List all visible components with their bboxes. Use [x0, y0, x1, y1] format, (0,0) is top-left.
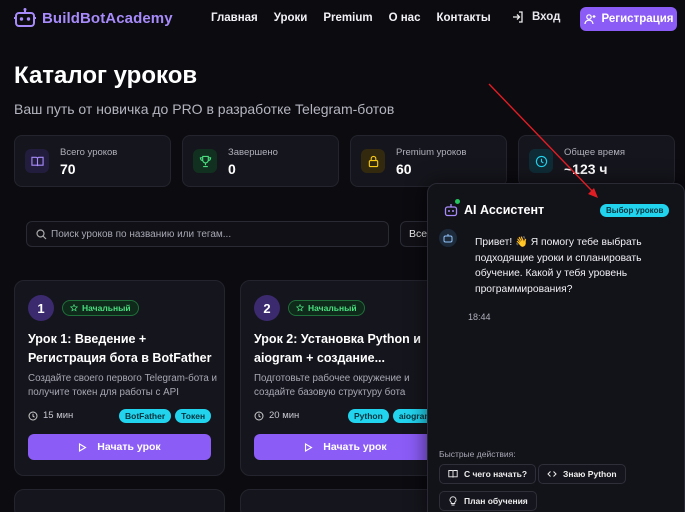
star-icon: [70, 304, 78, 312]
quick-action-label: План обучения: [464, 496, 528, 506]
duration-label: 20 мин: [269, 410, 300, 421]
lesson-card-1: 1 Начальный Урок 1: Введение + Регистрац…: [14, 280, 225, 476]
page-subtitle: Ваш путь от новичка до PRO в разработке …: [14, 101, 395, 117]
clock-icon: [28, 411, 38, 420]
quick-action-label: С чего начать?: [464, 469, 528, 479]
lesson-description: Создайте своего первого Telegram-бота и …: [28, 373, 217, 398]
quick-action-where-to-start[interactable]: С чего начать?: [439, 464, 537, 484]
lesson-title[interactable]: Урок 1: Введение + Регистрация бота в Bo…: [28, 330, 218, 368]
stat-value: 60: [396, 161, 412, 177]
lesson-title[interactable]: Урок 2: Установка Python и aiogram + соз…: [254, 330, 444, 368]
start-lesson-label: Начать урок: [97, 441, 161, 453]
book-icon: [25, 149, 49, 173]
search-input[interactable]: [51, 226, 381, 243]
nav-item-premium[interactable]: Premium: [323, 12, 372, 24]
lesson-tags: Python aiogram: [348, 409, 438, 423]
search-box: [26, 221, 389, 247]
robot-logo-icon: [14, 8, 36, 27]
stat-value: ~123 ч: [564, 161, 608, 177]
lesson-description: Подготовьте рабочее окружение и создайте…: [254, 373, 410, 398]
level-label: Начальный: [82, 303, 131, 313]
ai-assistant-panel: AI Ассистент Выбор уроков Привет! 👋 Я по…: [427, 183, 685, 512]
robot-icon: [444, 204, 458, 217]
quick-action-study-plan[interactable]: План обучения: [439, 491, 537, 511]
trophy-icon: [193, 149, 217, 173]
lesson-card-4: [240, 489, 451, 512]
lesson-duration: 15 мин: [28, 410, 73, 421]
level-badge: Начальный: [288, 300, 365, 316]
lock-icon: [361, 149, 385, 173]
stat-card-premium: Premium уроков 60: [350, 135, 507, 187]
page-title: Каталог уроков: [14, 62, 198, 89]
lesson-number: 2: [254, 295, 280, 321]
lesson-number: 1: [28, 295, 54, 321]
star-icon: [296, 304, 304, 312]
stat-label: Всего уроков: [60, 147, 118, 158]
assistant-message: Привет! 👋 Я помогу тебе выбрать подходящ…: [475, 237, 642, 295]
stat-value: 0: [228, 161, 236, 177]
stat-card-time: Общее время ~123 ч: [518, 135, 675, 187]
add-user-icon: [583, 14, 596, 25]
robot-icon: [443, 234, 453, 243]
lightbulb-icon: [449, 496, 457, 506]
lesson-card-3: [14, 489, 225, 512]
bot-avatar: [439, 229, 457, 247]
lesson-card-2: 2 Начальный Урок 2: Установка Python и a…: [240, 280, 451, 476]
start-lesson-label: Начать урок: [323, 441, 387, 453]
stat-card-total: Всего уроков 70: [14, 135, 171, 187]
lesson-tags: BotFather Токен: [119, 409, 212, 423]
ai-assistant-title: AI Ассистент: [464, 203, 545, 217]
nav-item-contacts[interactable]: Контакты: [436, 12, 490, 24]
login-link[interactable]: Вход: [512, 11, 560, 23]
stat-label: Premium уроков: [396, 147, 467, 158]
tag-badge: Токен: [175, 409, 212, 423]
start-lesson-button[interactable]: Начать урок: [254, 434, 437, 460]
message-timestamp: 18:44: [468, 312, 491, 322]
register-label: Регистрация: [601, 13, 674, 25]
login-label: Вход: [532, 11, 561, 23]
quick-action-know-python[interactable]: Знаю Python: [538, 464, 626, 484]
book-icon: [448, 470, 458, 478]
clock-icon: [254, 411, 264, 420]
online-status-dot: [455, 199, 460, 204]
tag-badge: BotFather: [119, 409, 172, 423]
register-button[interactable]: Регистрация: [580, 7, 677, 31]
level-label: Начальный: [308, 303, 357, 313]
context-badge: Выбор уроков: [600, 204, 670, 217]
nav-item-lessons[interactable]: Уроки: [274, 12, 308, 24]
duration-label: 15 мин: [43, 410, 74, 421]
quick-actions-label: Быстрые действия:: [439, 449, 516, 459]
start-lesson-button[interactable]: Начать урок: [28, 434, 211, 460]
quick-action-label: Знаю Python: [563, 469, 617, 479]
login-icon: [513, 11, 523, 23]
code-icon: [547, 471, 557, 477]
main-menu: Главная Уроки Premium О нас Контакты: [211, 12, 507, 24]
clock-icon: [529, 149, 553, 173]
nav-item-about[interactable]: О нас: [389, 12, 421, 24]
top-navbar: BuildBotAcademy Главная Уроки Premium О …: [0, 0, 685, 38]
search-icon: [36, 229, 47, 240]
stat-label: Завершено: [228, 147, 278, 158]
level-badge: Начальный: [62, 300, 139, 316]
brand-logo[interactable]: BuildBotAcademy: [14, 8, 173, 28]
brand-name: BuildBotAcademy: [42, 9, 173, 27]
tag-badge: Python: [348, 409, 389, 423]
play-icon: [305, 442, 313, 452]
stat-label: Общее время: [564, 147, 626, 158]
nav-item-home[interactable]: Главная: [211, 12, 258, 24]
stat-value: 70: [60, 161, 76, 177]
play-icon: [79, 442, 87, 452]
stat-card-completed: Завершено 0: [182, 135, 339, 187]
lesson-duration: 20 мин: [254, 410, 299, 421]
ai-assistant-header: AI Ассистент: [444, 203, 544, 217]
